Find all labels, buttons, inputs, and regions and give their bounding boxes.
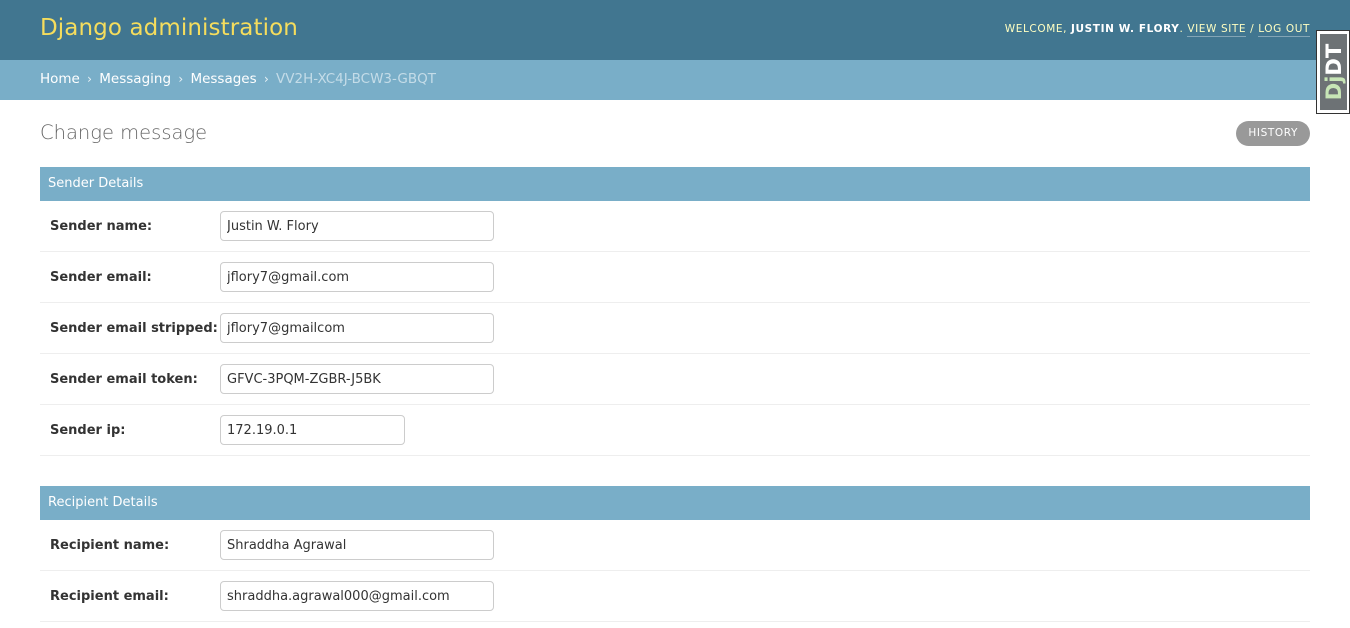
field-label: Sender email stripped: <box>50 321 218 336</box>
fieldset-title: Recipient Details <box>40 486 1310 520</box>
form-row-sender-email-token: Sender email token: <box>40 354 1310 405</box>
debug-toolbar-label-dj: Dj <box>1321 75 1346 101</box>
form-row-recipient-email: Recipient email: <box>40 571 1310 622</box>
debug-toolbar-label-dt: DT <box>1321 43 1346 76</box>
sender-ip-input[interactable] <box>220 415 405 445</box>
form-row-sender-email: Sender email: <box>40 252 1310 303</box>
history-button[interactable]: History <box>1236 121 1310 146</box>
fieldset-sender-details: Sender Details Sender name: Sender email… <box>40 167 1310 456</box>
field-label: Sender email token: <box>50 372 198 387</box>
welcome-label: Welcome, <box>1004 23 1068 35</box>
user-tools-separator: / <box>1250 23 1255 35</box>
sender-name-input[interactable] <box>220 211 494 241</box>
breadcrumb-home[interactable]: Home <box>40 71 80 87</box>
breadcrumb: Home › Messaging › Messages › VV2H-XC4J-… <box>0 60 1350 100</box>
log-out-link[interactable]: Log out <box>1258 23 1310 37</box>
sender-email-stripped-input[interactable] <box>220 313 494 343</box>
breadcrumb-separator: › <box>263 72 269 86</box>
field-label: Sender ip: <box>50 423 126 438</box>
breadcrumb-separator: › <box>178 72 184 86</box>
breadcrumb-separator: › <box>87 72 92 86</box>
sender-email-input[interactable] <box>220 262 494 292</box>
breadcrumb-current: VV2H-XC4J-BCW3-GBQT <box>276 71 436 87</box>
page-title: Change message <box>40 121 208 144</box>
debug-toolbar-icon: DjDT <box>1320 34 1347 110</box>
fieldset-recipient-details: Recipient Details Recipient name: Recipi… <box>40 486 1310 622</box>
breadcrumb-messaging[interactable]: Messaging <box>99 71 171 87</box>
debug-toolbar-handle[interactable]: DjDT <box>1316 30 1350 114</box>
field-label: Recipient name: <box>50 538 170 553</box>
form-row-sender-email-stripped: Sender email stripped: <box>40 303 1310 354</box>
site-branding[interactable]: Django administration <box>40 15 298 41</box>
breadcrumb-messages[interactable]: Messages <box>190 71 256 87</box>
field-label: Sender email: <box>50 270 152 285</box>
sender-email-token-input[interactable] <box>220 364 494 394</box>
form-row-sender-ip: Sender ip: <box>40 405 1310 456</box>
user-tools: Welcome, Justin W. Flory. View site / Lo… <box>1004 23 1310 37</box>
form-row-recipient-name: Recipient name: <box>40 520 1310 571</box>
form-row-sender-name: Sender name: <box>40 201 1310 252</box>
recipient-name-input[interactable] <box>220 530 494 560</box>
recipient-email-input[interactable] <box>220 581 494 611</box>
view-site-link[interactable]: View site <box>1187 23 1247 37</box>
field-label: Recipient email: <box>50 589 169 604</box>
site-header: Django administration Welcome, Justin W.… <box>0 0 1350 60</box>
field-label: Sender name: <box>50 219 153 234</box>
username: Justin W. Flory <box>1071 23 1180 35</box>
fieldset-title: Sender Details <box>40 167 1310 201</box>
